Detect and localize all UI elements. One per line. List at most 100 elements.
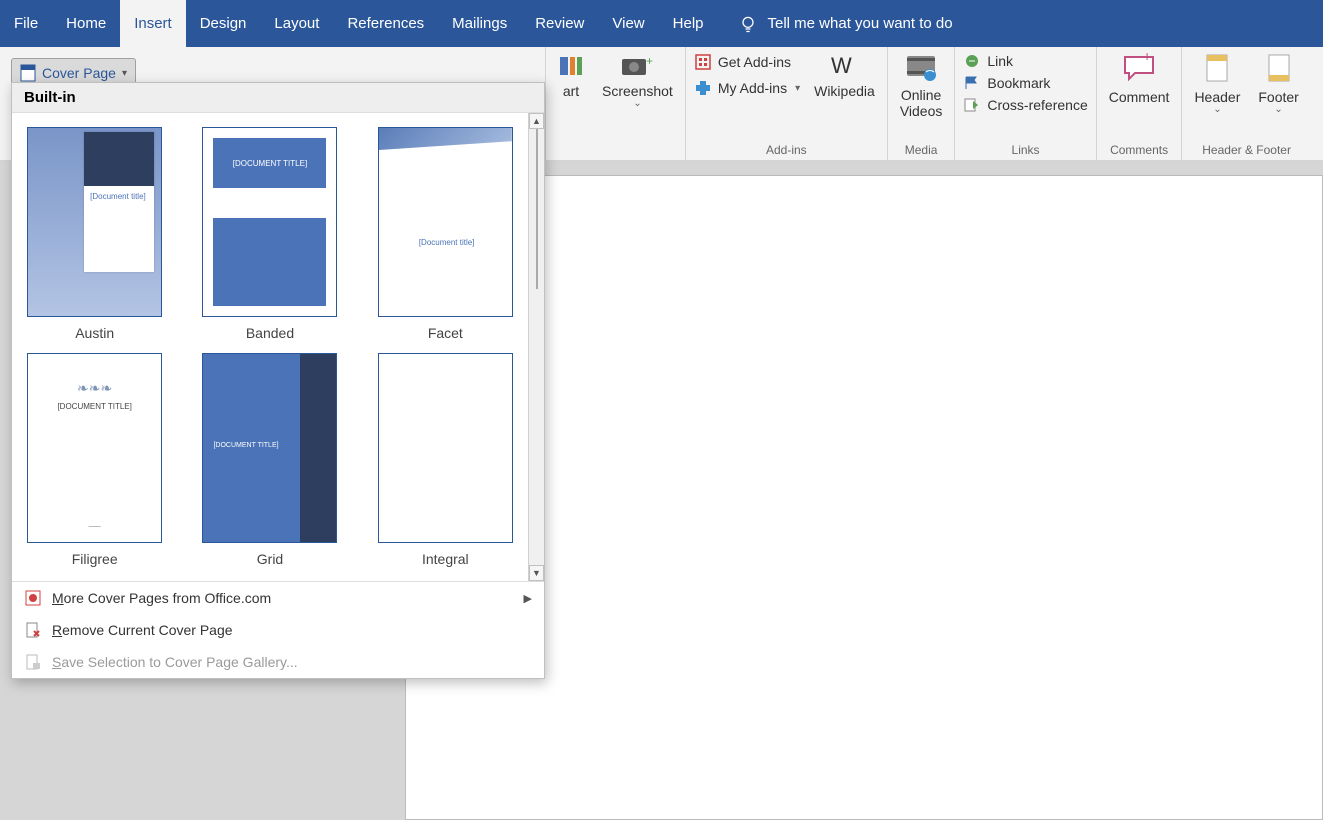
remove-page-icon	[24, 621, 42, 639]
ribbon-group-links: Link Bookmark Cross-reference Links	[955, 47, 1096, 161]
accelerator-key: R	[52, 622, 62, 638]
template-label: Facet	[428, 325, 463, 341]
smartart-label: art	[563, 83, 579, 99]
tab-design[interactable]: Design	[186, 0, 261, 47]
cover-template-filigree[interactable]: ❧❧❧ [DOCUMENT TITLE] —— Filigree	[22, 353, 167, 567]
online-videos-label-1: Online	[901, 87, 941, 103]
gallery-scrollbar[interactable]: ▲ ▼	[528, 113, 544, 581]
video-icon	[904, 53, 938, 83]
ornament-icon: ❧❧❧	[28, 380, 161, 397]
accelerator-key: M	[52, 590, 64, 606]
cover-page-label: Cover Page	[42, 65, 116, 81]
bookmark-label: Bookmark	[987, 75, 1050, 91]
tell-me-search[interactable]: Tell me what you want to do	[738, 14, 953, 34]
tab-home[interactable]: Home	[52, 0, 120, 47]
link-button[interactable]: Link	[963, 53, 1087, 69]
cover-template-austin[interactable]: [Document title] Austin	[22, 127, 167, 341]
footer-button[interactable]: Footer ⌄	[1254, 53, 1302, 115]
scroll-down-arrow-icon[interactable]: ▼	[529, 565, 544, 581]
wikipedia-icon: W	[827, 53, 861, 79]
tab-references[interactable]: References	[333, 0, 438, 47]
submenu-arrow-icon: ▶	[524, 592, 532, 605]
template-placeholder-text: [DOCUMENT TITLE]	[213, 442, 278, 449]
crossref-label: Cross-reference	[987, 97, 1087, 113]
tab-help[interactable]: Help	[659, 0, 718, 47]
tab-layout[interactable]: Layout	[260, 0, 333, 47]
store-icon	[694, 53, 712, 71]
more-cover-pages-item[interactable]: More Cover Pages from Office.com ▶	[12, 582, 544, 614]
save-page-icon	[24, 653, 42, 671]
svg-text:W: W	[831, 53, 852, 78]
link-label: Link	[987, 53, 1013, 69]
template-placeholder-text: [DOCUMENT TITLE]	[28, 402, 161, 411]
cover-template-banded[interactable]: [DOCUMENT TITLE] Banded	[197, 127, 342, 341]
template-label: Grid	[257, 551, 283, 567]
template-label: Banded	[246, 325, 294, 341]
comments-group-label: Comments	[1110, 143, 1168, 159]
accelerator-key: S	[52, 654, 61, 670]
header-button[interactable]: Header ⌄	[1190, 53, 1244, 115]
my-addins-button[interactable]: My Add-ins ▾	[694, 79, 800, 97]
chevron-down-icon: ▾	[122, 68, 127, 79]
ribbon-group-comments: + Comment Comments	[1097, 47, 1183, 161]
template-placeholder-text: [Document title]	[90, 192, 146, 201]
office-icon	[24, 589, 42, 607]
wikipedia-button[interactable]: W Wikipedia	[810, 53, 879, 99]
comment-icon: +	[1119, 53, 1159, 85]
online-videos-button[interactable]: Online Videos	[896, 53, 947, 119]
tab-file[interactable]: File	[0, 0, 52, 47]
cover-template-facet[interactable]: [Document title] Facet	[373, 127, 518, 341]
template-placeholder-text: [DOCUMENT TITLE]	[233, 159, 307, 168]
bookmark-button[interactable]: Bookmark	[963, 75, 1087, 91]
ribbon-group-media: Online Videos Media	[888, 47, 956, 161]
template-label: Filigree	[72, 551, 118, 567]
chevron-down-icon: ⌄	[1213, 105, 1221, 115]
media-group-label: Media	[905, 143, 938, 159]
dropdown-section-header: Built-in	[12, 83, 544, 113]
bookmark-flag-icon	[963, 75, 981, 91]
comment-button[interactable]: + Comment	[1105, 53, 1174, 105]
addins-icon	[694, 79, 712, 97]
screenshot-button[interactable]: + Screenshot ⌄	[598, 53, 677, 109]
cross-reference-button[interactable]: Cross-reference	[963, 97, 1087, 113]
tab-view[interactable]: View	[598, 0, 658, 47]
get-addins-button[interactable]: Get Add-ins	[694, 53, 800, 71]
wikipedia-label: Wikipedia	[814, 83, 875, 99]
scroll-thumb[interactable]	[536, 129, 538, 289]
tab-insert[interactable]: Insert	[120, 0, 186, 47]
tab-review[interactable]: Review	[521, 0, 598, 47]
save-to-gallery-item: Save Selection to Cover Page Gallery...	[12, 646, 544, 678]
headerfooter-group-label: Header & Footer	[1202, 143, 1291, 159]
menu-item-label: emove Current Cover Page	[62, 622, 232, 638]
link-icon	[963, 53, 981, 69]
get-addins-label: Get Add-ins	[718, 54, 791, 70]
chevron-down-icon: ⌄	[1274, 105, 1282, 115]
camera-icon: +	[620, 53, 654, 79]
lightbulb-icon	[738, 14, 758, 34]
cover-template-grid[interactable]: [DOCUMENT TITLE] Grid	[197, 353, 342, 567]
footer-icon	[1265, 53, 1293, 85]
smartart-icon	[558, 53, 584, 79]
remove-cover-page-item[interactable]: Remove Current Cover Page	[12, 614, 544, 646]
cover-template-integral[interactable]: Integral	[373, 353, 518, 567]
smartart-button-partial[interactable]: art	[554, 53, 588, 99]
template-footer-text: ——	[28, 524, 161, 530]
comment-label: Comment	[1109, 89, 1170, 105]
ribbon-group-addins: Get Add-ins My Add-ins ▾ W Wikipedia Add…	[686, 47, 888, 161]
chevron-down-icon: ▾	[795, 83, 800, 94]
group-label	[614, 143, 617, 159]
chevron-down-icon: ⌄	[633, 99, 641, 109]
tab-mailings[interactable]: Mailings	[438, 0, 521, 47]
template-placeholder-text: [Document title]	[419, 238, 475, 247]
crossref-icon	[963, 97, 981, 113]
links-group-label: Links	[1012, 143, 1040, 159]
screenshot-label: Screenshot	[602, 83, 673, 99]
template-label: Integral	[422, 551, 469, 567]
template-label: Austin	[75, 325, 114, 341]
header-label: Header	[1194, 89, 1240, 105]
svg-text:+: +	[646, 54, 653, 68]
online-videos-label-2: Videos	[900, 103, 943, 119]
scroll-track[interactable]	[536, 129, 538, 565]
cover-page-gallery: [Document title] Austin [DOCUMENT TITLE]…	[12, 113, 528, 581]
scroll-up-arrow-icon[interactable]: ▲	[529, 113, 544, 129]
